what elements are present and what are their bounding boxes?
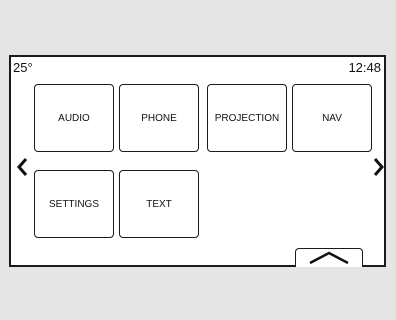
show-more-button[interactable] [295, 248, 363, 267]
temperature-readout: 25° [13, 60, 33, 75]
projection-button[interactable]: PROJECTION [207, 84, 287, 152]
nav-button[interactable]: NAV [292, 84, 372, 152]
audio-button[interactable]: AUDIO [34, 84, 114, 152]
text-button[interactable]: TEXT [119, 170, 199, 238]
chevron-up-icon [309, 251, 349, 265]
settings-button[interactable]: SETTINGS [34, 170, 114, 238]
phone-button[interactable]: PHONE [119, 84, 199, 152]
chevron-left-icon[interactable] [15, 156, 29, 178]
chevron-right-icon[interactable] [372, 156, 386, 178]
infotainment-screen: 25° 12:48 AUDIO PHONE PROJECTION NAV SET… [9, 55, 386, 267]
clock-readout: 12:48 [348, 60, 381, 75]
